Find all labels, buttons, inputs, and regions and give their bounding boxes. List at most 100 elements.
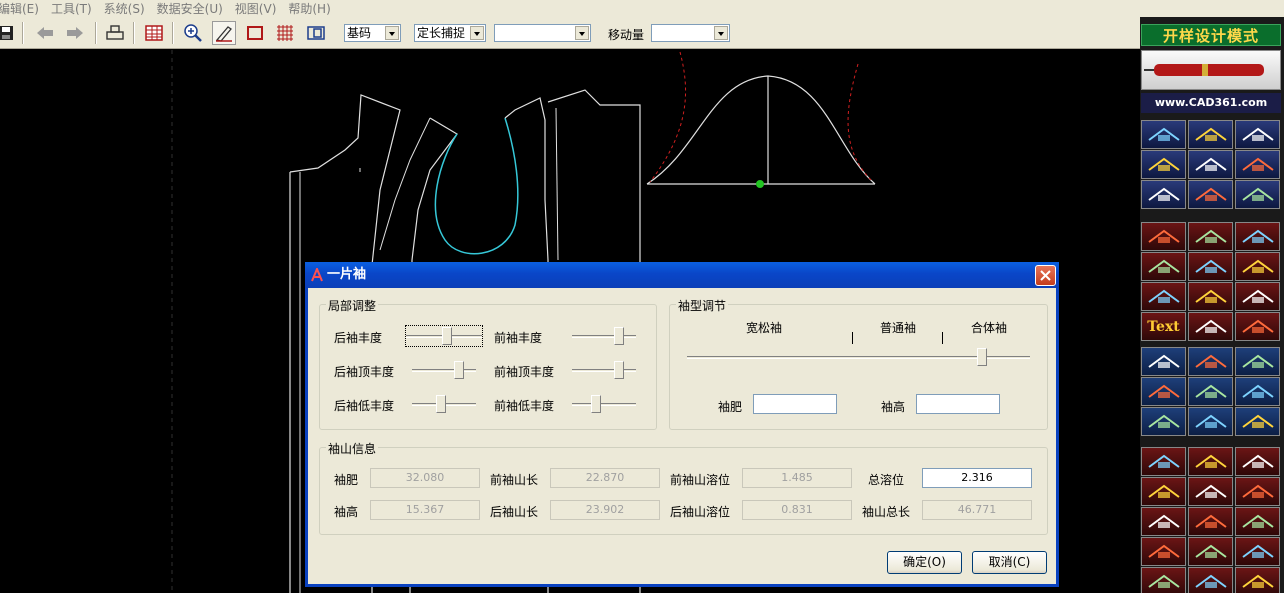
t-shape-tool-icon[interactable] xyxy=(1141,282,1186,311)
toolbar-separator xyxy=(133,22,135,44)
back-cap-length-label: 后袖山长 xyxy=(490,505,539,519)
menu-data-security[interactable]: 数据安全(U) xyxy=(157,0,229,17)
cap-width-value: 32.080 xyxy=(370,468,480,488)
sleeve-dialog: 一片袖 局部调整 后袖丰度 前袖丰度 后袖顶丰度 前袖顶丰度 后袖低丰度 前袖低… xyxy=(305,262,1059,587)
rotate-tool-icon[interactable] xyxy=(1141,180,1186,209)
sleeve-type-group: 袖型调节 宽松袖 普通袖 合体袖 袖肥 袖高 xyxy=(669,297,1048,430)
cap-tool-icon[interactable] xyxy=(1141,407,1186,436)
swap-tool-icon[interactable] xyxy=(1188,312,1233,341)
grade-tool-icon[interactable] xyxy=(1141,377,1186,406)
move-tool-icon[interactable] xyxy=(1188,150,1233,179)
front-low-slider[interactable] xyxy=(572,394,636,414)
sleeve-width-input[interactable] xyxy=(753,394,837,414)
sleeve-height-input[interactable] xyxy=(916,394,1000,414)
back-top-slider[interactable] xyxy=(412,360,476,380)
stretch-tool-icon[interactable] xyxy=(1235,567,1280,593)
fan-tool-icon[interactable] xyxy=(1235,377,1280,406)
close-button[interactable] xyxy=(1035,265,1056,286)
menu-system[interactable]: 系统(S) xyxy=(104,0,151,17)
zoom-in-icon[interactable] xyxy=(181,21,205,45)
pocket-tool-icon[interactable] xyxy=(1235,222,1280,251)
hem-tool-icon[interactable] xyxy=(1188,377,1233,406)
back-cap-ease-label: 后袖山溶位 xyxy=(670,505,731,519)
rectangle-icon[interactable] xyxy=(243,21,267,45)
ok-button[interactable]: 确定(O) xyxy=(887,551,962,574)
option-select[interactable] xyxy=(494,24,591,42)
menu-view[interactable]: 视图(V) xyxy=(235,0,283,17)
close-icon xyxy=(1040,270,1051,281)
grid-icon[interactable] xyxy=(273,21,297,45)
frame-tool-icon[interactable] xyxy=(1188,537,1233,566)
menu-tools[interactable]: 工具(T) xyxy=(51,0,98,17)
scissors-tool-icon[interactable] xyxy=(1188,507,1233,536)
right-tool-panel: 开样设计模式 www.CAD361.com Text xyxy=(1140,17,1284,593)
front-sleeve-slider[interactable] xyxy=(572,326,636,346)
snap-select-value: 定长捕捉 xyxy=(417,26,466,40)
diamond-tool-icon[interactable] xyxy=(1188,347,1233,376)
mirror-tool-icon[interactable] xyxy=(1235,150,1280,179)
align-tool-icon[interactable] xyxy=(1188,282,1233,311)
size-select[interactable]: 基码 xyxy=(344,24,401,42)
trim-tool-icon[interactable] xyxy=(1141,567,1186,593)
sleeve-width-label: 袖肥 xyxy=(718,400,743,414)
split-tool-icon[interactable] xyxy=(1235,347,1280,376)
redo-arrow-icon[interactable] xyxy=(63,21,87,45)
dialog-title: 一片袖 xyxy=(305,262,1059,288)
save-icon[interactable] xyxy=(0,21,18,45)
chevron-down-icon xyxy=(575,26,589,40)
table-icon[interactable] xyxy=(142,21,166,45)
app-icon xyxy=(311,268,323,282)
total-ease-label: 总溶位 xyxy=(868,473,905,487)
text-tool-button[interactable]: Text xyxy=(1141,312,1186,341)
control-point[interactable] xyxy=(756,180,764,188)
snap-select[interactable]: 定长捕捉 xyxy=(414,24,486,42)
edit-pen-icon[interactable] xyxy=(212,21,236,45)
zip-tool-icon[interactable] xyxy=(1141,507,1186,536)
front-top-slider[interactable] xyxy=(572,360,636,380)
layout-tool-icon[interactable] xyxy=(1235,537,1280,566)
pattern-tool-icon[interactable] xyxy=(1188,567,1233,593)
button-tool-icon[interactable] xyxy=(1235,282,1280,311)
undo-arrow-icon[interactable] xyxy=(33,21,57,45)
cancel-button[interactable]: 取消(C) xyxy=(972,551,1047,574)
ruler-tool-icon[interactable] xyxy=(1235,447,1280,476)
measure-curve-icon[interactable] xyxy=(1235,120,1280,149)
delete-tool-icon[interactable] xyxy=(1235,312,1280,341)
pin-tool-icon[interactable] xyxy=(1141,537,1186,566)
collar-tool-icon[interactable] xyxy=(1188,222,1233,251)
label-tool-icon[interactable] xyxy=(1188,447,1233,476)
size-select-value: 基码 xyxy=(347,26,372,40)
print-icon[interactable] xyxy=(103,21,127,45)
back-sleeve-label: 后袖丰度 xyxy=(334,331,383,345)
back-low-slider[interactable] xyxy=(412,394,476,414)
tag-tool-icon[interactable] xyxy=(1235,252,1280,281)
curve-tool-icon[interactable] xyxy=(1188,120,1233,149)
menu-edit[interactable]: 编辑(E) xyxy=(0,0,45,17)
back-sleeve-slider[interactable] xyxy=(405,325,483,347)
window-split-icon[interactable] xyxy=(304,21,328,45)
dart-tool-icon[interactable] xyxy=(1141,120,1186,149)
circle-tool-icon[interactable] xyxy=(1141,150,1186,179)
fold-tool-icon[interactable] xyxy=(1235,180,1280,209)
cut-tool-icon[interactable] xyxy=(1188,180,1233,209)
total-ease-input[interactable]: 2.316 xyxy=(922,468,1032,488)
sleeve-type-slider[interactable] xyxy=(687,347,1030,367)
move-amount-select[interactable] xyxy=(651,24,730,42)
back-low-label: 后袖低丰度 xyxy=(334,399,395,413)
mesh-tool-icon[interactable] xyxy=(1235,477,1280,506)
toolbar-separator xyxy=(95,22,97,44)
cap-total-length-value: 46.771 xyxy=(922,500,1032,520)
sew-tool-icon[interactable] xyxy=(1141,222,1186,251)
front-low-label: 前袖低丰度 xyxy=(494,399,555,413)
yoke-tool-icon[interactable] xyxy=(1235,407,1280,436)
pleat-tool-icon[interactable] xyxy=(1141,347,1186,376)
folder-tool-icon[interactable] xyxy=(1188,477,1233,506)
menu-help[interactable]: 帮助(H) xyxy=(288,0,336,17)
flip-tool-icon[interactable] xyxy=(1188,252,1233,281)
piece-tool-icon[interactable] xyxy=(1141,447,1186,476)
tuck-tool-icon[interactable] xyxy=(1188,407,1233,436)
notch-tool-icon[interactable] xyxy=(1141,252,1186,281)
double-tool-icon[interactable] xyxy=(1235,507,1280,536)
sleeve-height-label: 袖高 xyxy=(881,400,906,414)
seam-tool-icon[interactable] xyxy=(1141,477,1186,506)
